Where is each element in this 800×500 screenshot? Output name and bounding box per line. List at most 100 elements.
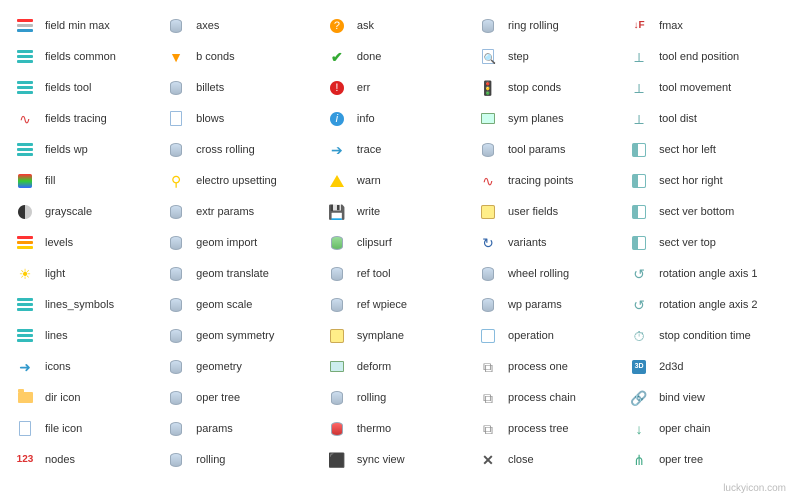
icon-item[interactable]: iinfo bbox=[327, 103, 478, 134]
icon-item[interactable]: ↺rotation angle axis 1 bbox=[629, 258, 785, 289]
icon-item[interactable]: 3D 2d3d bbox=[629, 351, 785, 382]
icon-item[interactable]: warn bbox=[327, 165, 478, 196]
icon-item[interactable]: ↓oper chain bbox=[629, 413, 785, 444]
icon-item[interactable]: deform bbox=[327, 351, 478, 382]
icon-item[interactable]: fields common bbox=[15, 41, 166, 72]
icon-item[interactable]: ➜icons bbox=[15, 351, 166, 382]
icon-item[interactable]: ▼b conds bbox=[166, 41, 327, 72]
icon-item[interactable]: fields tool bbox=[15, 72, 166, 103]
icon-label: sync view bbox=[357, 454, 405, 466]
icon-label: 2d3d bbox=[659, 361, 683, 373]
icon-label: bind view bbox=[659, 392, 705, 404]
icon-item[interactable]: geom scale bbox=[166, 289, 327, 320]
icon-item[interactable]: ∿tracing points bbox=[478, 165, 629, 196]
icon-item[interactable]: 🚦stop conds bbox=[478, 72, 629, 103]
oper-chain-icon: ↓ bbox=[629, 419, 649, 439]
icon-label: symplane bbox=[357, 330, 404, 342]
geom-scale-icon bbox=[166, 295, 186, 315]
icon-label: step bbox=[508, 51, 529, 63]
icon-item[interactable]: file icon bbox=[15, 413, 166, 444]
geom-import-icon bbox=[166, 233, 186, 253]
icon-item[interactable]: cross rolling bbox=[166, 134, 327, 165]
icon-item[interactable]: tool params bbox=[478, 134, 629, 165]
symplane-icon bbox=[327, 326, 347, 346]
icon-label: tracing points bbox=[508, 175, 573, 187]
icon-label: sect hor left bbox=[659, 144, 716, 156]
icon-item[interactable]: 🔗bind view bbox=[629, 382, 785, 413]
fields-common-icon bbox=[15, 47, 35, 67]
icon-item[interactable]: ⟂tool end position bbox=[629, 41, 785, 72]
icon-label: tool end position bbox=[659, 51, 739, 63]
icon-item[interactable]: params bbox=[166, 413, 327, 444]
electro-upsetting-icon: ⚲ bbox=[166, 171, 186, 191]
icon-item[interactable]: operation bbox=[478, 320, 629, 351]
icons-icon: ➜ bbox=[15, 357, 35, 377]
icon-item[interactable]: blows bbox=[166, 103, 327, 134]
icon-item[interactable]: levels bbox=[15, 227, 166, 258]
icon-item[interactable]: grayscale bbox=[15, 196, 166, 227]
icon-item[interactable]: 123nodes bbox=[15, 444, 166, 475]
icon-item[interactable]: ↺rotation angle axis 2 bbox=[629, 289, 785, 320]
sect-hor-left-icon bbox=[629, 140, 649, 160]
icon-item[interactable]: ⧉process one bbox=[478, 351, 629, 382]
icon-item[interactable]: ref tool bbox=[327, 258, 478, 289]
icon-item[interactable]: rolling bbox=[166, 444, 327, 475]
icon-item[interactable]: user fields bbox=[478, 196, 629, 227]
icon-item[interactable]: ☀light bbox=[15, 258, 166, 289]
icon-item[interactable]: ring rolling bbox=[478, 10, 629, 41]
icon-item[interactable]: ⏱stop condition time bbox=[629, 320, 785, 351]
icon-item[interactable]: ⟂tool dist bbox=[629, 103, 785, 134]
icon-item[interactable]: geom translate bbox=[166, 258, 327, 289]
icon-item[interactable]: fill bbox=[15, 165, 166, 196]
icon-item[interactable]: extr params bbox=[166, 196, 327, 227]
icon-item[interactable]: lines_symbols bbox=[15, 289, 166, 320]
icon-item[interactable]: clipsurf bbox=[327, 227, 478, 258]
icon-item[interactable]: dir icon bbox=[15, 382, 166, 413]
icon-item[interactable]: 💾write bbox=[327, 196, 478, 227]
icon-item[interactable]: ⋔oper tree bbox=[629, 444, 785, 475]
icon-item[interactable]: ✕close bbox=[478, 444, 629, 475]
icon-item[interactable]: ⟂tool movement bbox=[629, 72, 785, 103]
icon-item[interactable]: axes bbox=[166, 10, 327, 41]
icon-label: fields wp bbox=[45, 144, 88, 156]
icon-item[interactable]: ref wpiece bbox=[327, 289, 478, 320]
2d3d-icon: 3D bbox=[629, 357, 649, 377]
icon-item[interactable]: ⬛sync view bbox=[327, 444, 478, 475]
icon-item[interactable]: wp params bbox=[478, 289, 629, 320]
column-3: ?ask✔done!erriinfo➔tracewarn💾writeclipsu… bbox=[327, 10, 478, 475]
icon-item[interactable]: geom import bbox=[166, 227, 327, 258]
icon-item[interactable]: wheel rolling bbox=[478, 258, 629, 289]
icon-item[interactable]: ⧉process chain bbox=[478, 382, 629, 413]
icon-item[interactable]: oper tree bbox=[166, 382, 327, 413]
icon-item[interactable]: ↓Ffmax bbox=[629, 10, 785, 41]
geometry-icon bbox=[166, 357, 186, 377]
icon-item[interactable]: field min max bbox=[15, 10, 166, 41]
err-icon: ! bbox=[327, 78, 347, 98]
icon-label: wp params bbox=[508, 299, 562, 311]
icon-item[interactable]: ✔done bbox=[327, 41, 478, 72]
icon-item[interactable]: sym planes bbox=[478, 103, 629, 134]
icon-item[interactable]: ⚲electro upsetting bbox=[166, 165, 327, 196]
icon-item[interactable]: geometry bbox=[166, 351, 327, 382]
ring-rolling-icon bbox=[478, 16, 498, 36]
icon-item[interactable]: sect hor right bbox=[629, 165, 785, 196]
icon-item[interactable]: thermo bbox=[327, 413, 478, 444]
icon-item[interactable]: sect ver bottom bbox=[629, 196, 785, 227]
icon-item[interactable]: rolling bbox=[327, 382, 478, 413]
icon-item[interactable]: symplane bbox=[327, 320, 478, 351]
icon-item[interactable]: geom symmetry bbox=[166, 320, 327, 351]
icon-item[interactable]: billets bbox=[166, 72, 327, 103]
icon-item[interactable]: fields wp bbox=[15, 134, 166, 165]
icon-item[interactable]: ⧉process tree bbox=[478, 413, 629, 444]
icon-label: deform bbox=[357, 361, 391, 373]
icon-item[interactable]: sect ver top bbox=[629, 227, 785, 258]
icon-item[interactable]: !err bbox=[327, 72, 478, 103]
icon-item[interactable]: ∿fields tracing bbox=[15, 103, 166, 134]
sym-planes-icon bbox=[478, 109, 498, 129]
icon-item[interactable]: lines bbox=[15, 320, 166, 351]
icon-item[interactable]: 🔍step bbox=[478, 41, 629, 72]
icon-item[interactable]: sect hor left bbox=[629, 134, 785, 165]
icon-item[interactable]: ?ask bbox=[327, 10, 478, 41]
icon-item[interactable]: ➔trace bbox=[327, 134, 478, 165]
icon-item[interactable]: ↻variants bbox=[478, 227, 629, 258]
